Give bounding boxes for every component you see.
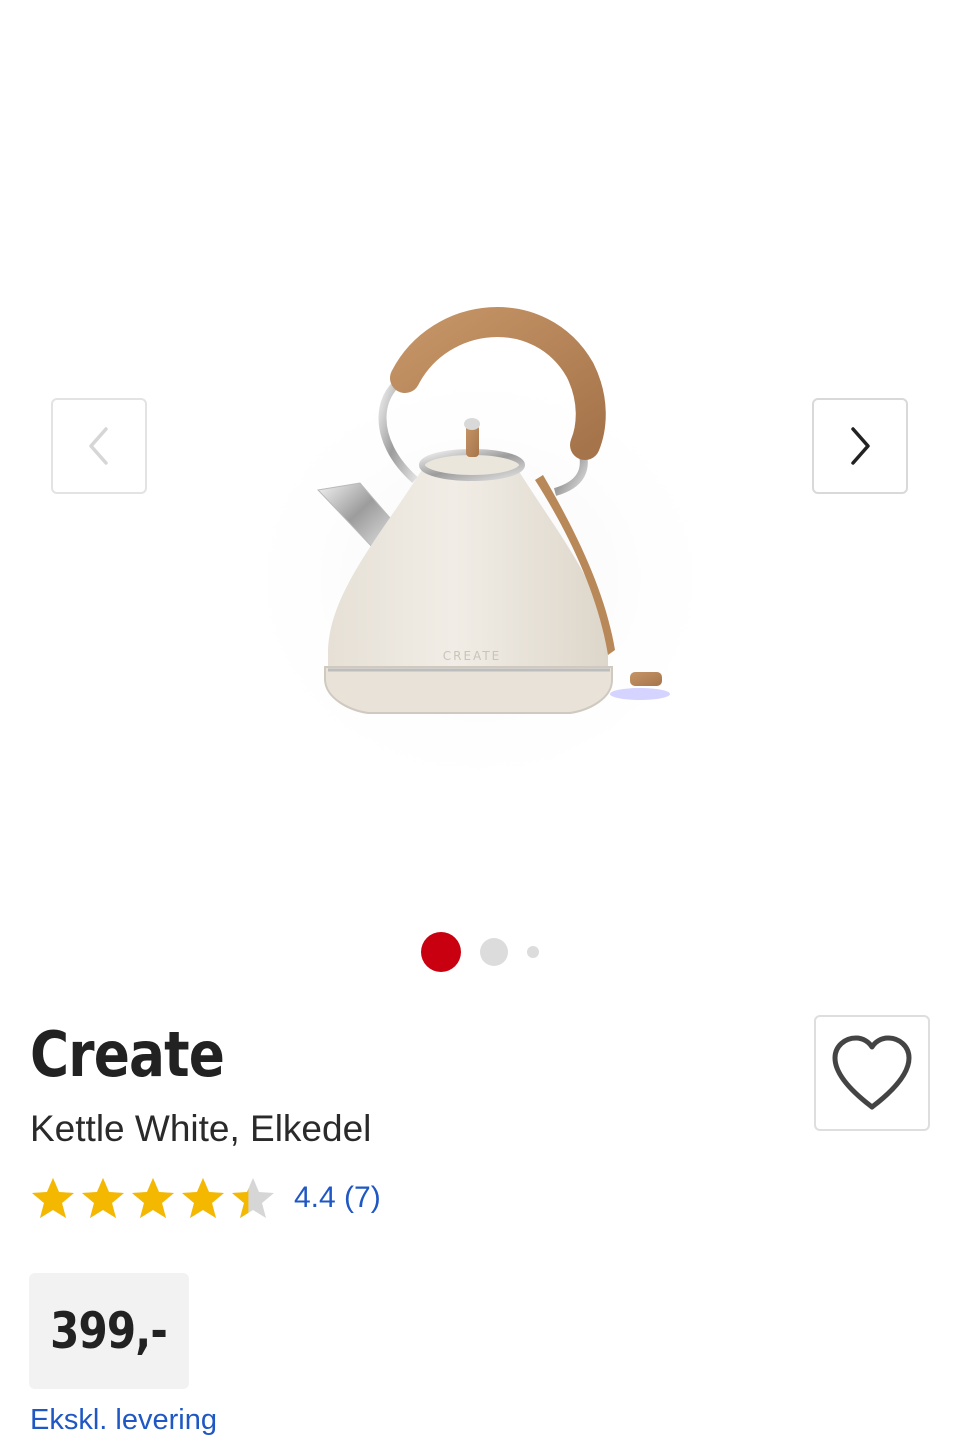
product-gallery: CREATE — [0, 0, 960, 910]
chevron-left-icon — [89, 427, 108, 465]
pagination-dot-active[interactable] — [421, 932, 461, 972]
product-brand[interactable]: Create — [30, 1018, 225, 1091]
star-icon — [32, 1178, 74, 1218]
star-icon — [232, 1178, 274, 1218]
add-to-favorites-button[interactable] — [814, 1015, 930, 1131]
delivery-note[interactable]: Ekskl. levering — [30, 1404, 217, 1437]
product-rating: 4.4 (7) — [30, 1176, 381, 1220]
next-image-button[interactable] — [812, 398, 908, 494]
price-box: 399,- — [29, 1273, 189, 1389]
product-image[interactable]: CREATE — [210, 200, 750, 800]
product-logo-text: CREATE — [443, 649, 502, 663]
heart-outline-icon — [832, 1035, 912, 1110]
rating-stars — [30, 1176, 280, 1220]
previous-image-button[interactable] — [51, 398, 147, 494]
gallery-pagination — [0, 930, 960, 972]
star-icon — [182, 1178, 224, 1218]
star-icon — [82, 1178, 124, 1218]
pagination-dot[interactable] — [480, 938, 508, 966]
pagination-dot[interactable] — [527, 946, 539, 958]
chevron-right-icon — [851, 427, 870, 465]
product-price: 399,- — [50, 1302, 169, 1360]
product-name: Kettle White, Elkedel — [30, 1108, 372, 1149]
star-icon — [132, 1178, 174, 1218]
rating-summary-link[interactable]: 4.4 (7) — [294, 1181, 381, 1215]
